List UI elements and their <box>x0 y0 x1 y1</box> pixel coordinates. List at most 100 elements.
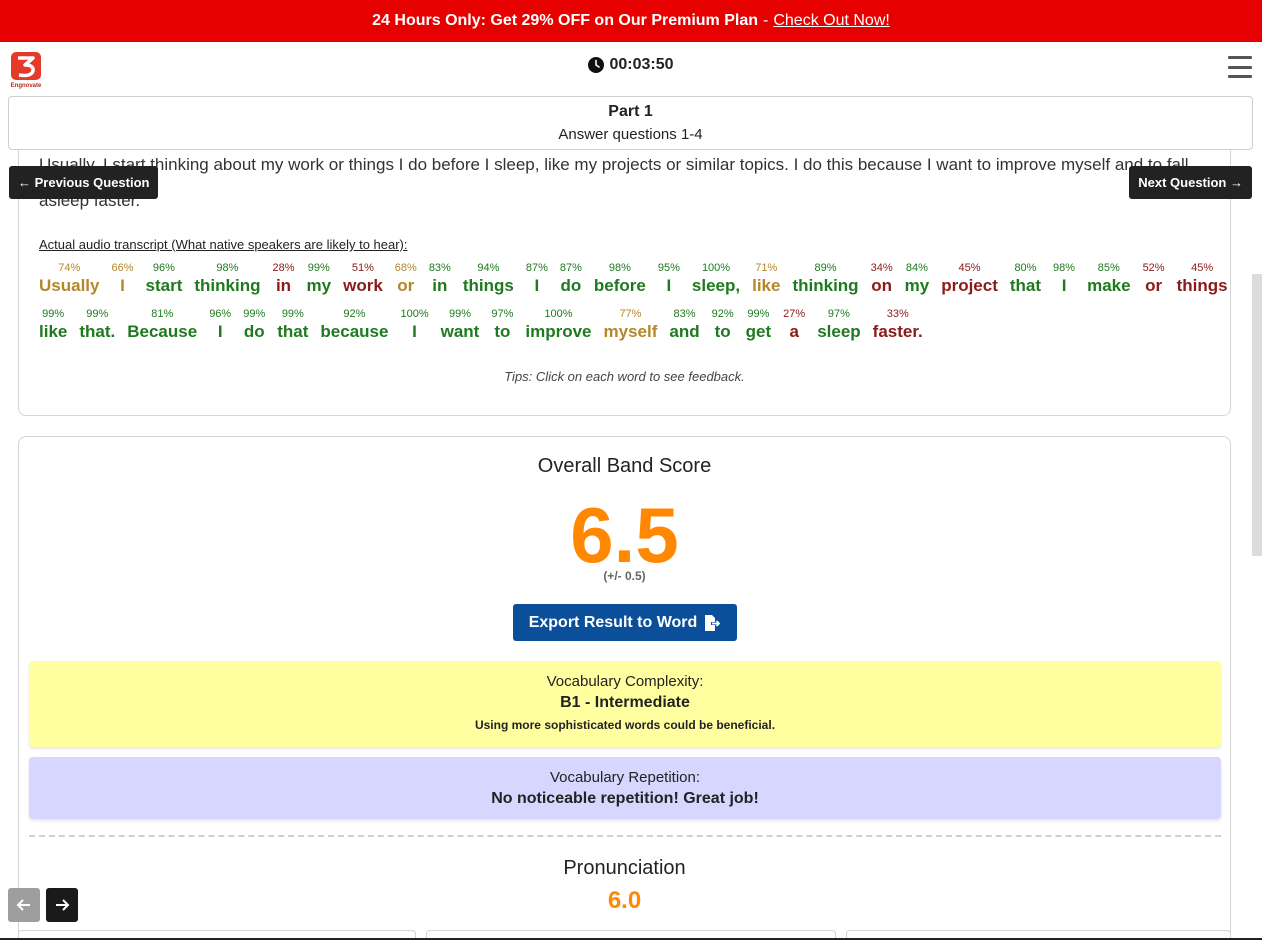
next-question-button[interactable]: Next Question → <box>1129 166 1252 199</box>
part-header: Part 1 Answer questions 1-4 <box>8 96 1253 150</box>
timer: 00:03:50 <box>0 56 1262 74</box>
transcript-word[interactable]: 98% thinking <box>194 261 260 297</box>
word-confidence: 45% <box>958 262 981 274</box>
vocab-complexity-note: Using more sophisticated words could be … <box>474 718 776 732</box>
transcript-word[interactable]: 27% a <box>783 307 805 343</box>
transcript-word[interactable]: 99% do <box>243 307 265 343</box>
word-confidence: 80% <box>1014 262 1037 274</box>
transcript-word[interactable]: 81% Because <box>127 307 197 343</box>
word-confidence: 83% <box>673 308 696 320</box>
vocabulary-complexity-box: Vocabulary Complexity: B1 - Intermediate… <box>29 661 1221 747</box>
word-confidence: 45% <box>1191 262 1214 274</box>
word-confidence: 33% <box>886 308 909 320</box>
word-text: like <box>752 276 781 295</box>
word-confidence: 87% <box>559 262 582 274</box>
transcript-word[interactable]: 33% faster. <box>873 307 923 343</box>
transcript-word[interactable]: 77% myself <box>604 307 658 343</box>
word-text: that <box>277 322 309 341</box>
score-card: Overall Band Score 6.5 (+/- 0.5) Export … <box>18 436 1231 940</box>
transcript-word[interactable]: 96% start <box>146 261 183 297</box>
transcript-word[interactable]: 97% sleep <box>817 307 860 343</box>
word-confidence: 51% <box>351 262 374 274</box>
transcript-word[interactable]: 28% in <box>272 261 294 297</box>
transcript-word[interactable]: 45% project <box>941 261 998 297</box>
overall-band-score: 6.5 <box>570 491 679 579</box>
previous-question-button[interactable]: ← Previous Question <box>9 166 159 199</box>
word-text: do <box>560 276 582 295</box>
transcript-word[interactable]: 80% that <box>1010 261 1041 297</box>
word-text: things <box>462 276 514 295</box>
export-to-word-button[interactable]: Export Result to Word <box>513 604 737 641</box>
transcript-word[interactable]: 100% I <box>400 307 428 343</box>
scrollbar[interactable] <box>1252 274 1262 556</box>
word-text: my <box>904 276 930 295</box>
transcript-word[interactable]: 99% want <box>441 307 480 343</box>
transcript-line: 99% like 99% that. 81% Because 96% I 99% do 99% tha… <box>39 307 1240 343</box>
word-text: improve <box>525 322 592 341</box>
transcript-word[interactable]: 89% thinking <box>792 261 858 297</box>
transcript-word[interactable]: 83% in <box>429 261 451 297</box>
word-confidence: 74% <box>58 262 81 274</box>
word-confidence: 99% <box>747 308 770 320</box>
transcript-word[interactable]: 97% to <box>491 307 513 343</box>
scrollbar-thumb[interactable] <box>1252 274 1262 556</box>
transcript-word[interactable]: 85% make <box>1087 261 1130 297</box>
transcript-word[interactable]: 98% I <box>1053 261 1075 297</box>
word-confidence: 92% <box>711 308 734 320</box>
transcript-word[interactable]: 52% or <box>1143 261 1165 297</box>
word-text: and <box>669 322 700 341</box>
vocab-repetition-label: Vocabulary Repetition: <box>549 769 701 786</box>
transcript-word[interactable]: 83% and <box>669 307 699 343</box>
transcript-word[interactable]: 98% before <box>594 261 646 297</box>
word-text: to <box>714 322 731 341</box>
transcript-label: Actual audio transcript (What native spe… <box>39 237 408 252</box>
transcript-word[interactable]: 96% I <box>209 307 231 343</box>
word-text: to <box>494 322 511 341</box>
word-confidence: 87% <box>525 262 548 274</box>
word-confidence: 100% <box>400 308 429 320</box>
transcript-word[interactable]: 74% Usually <box>39 261 99 297</box>
word-text: work <box>343 276 383 295</box>
word-confidence: 27% <box>783 308 806 320</box>
word-text: thinking <box>792 276 859 295</box>
word-confidence: 84% <box>905 262 928 274</box>
transcript-word[interactable]: 84% my <box>905 261 930 297</box>
transcript-word[interactable]: 92% to <box>712 307 734 343</box>
word-text: thinking <box>194 276 261 295</box>
word-text: my <box>306 276 332 295</box>
transcript-word[interactable]: 87% do <box>560 261 582 297</box>
transcript-word[interactable]: 100% improve <box>525 307 591 343</box>
word-confidence: 68% <box>394 262 417 274</box>
scroll-left-button[interactable] <box>8 888 40 922</box>
transcript-word[interactable]: 99% that. <box>79 307 115 343</box>
transcript-word[interactable]: 100% sleep, <box>692 261 740 297</box>
word-text: that <box>1009 276 1042 295</box>
word-confidence: 66% <box>111 262 134 274</box>
transcript-word[interactable]: 66% I <box>111 261 133 297</box>
word-text: myself <box>603 322 658 341</box>
transcript-word[interactable]: 87% I <box>526 261 548 297</box>
word-confidence: 99% <box>448 308 471 320</box>
word-text: Because <box>127 322 198 341</box>
transcript-word[interactable]: 99% my <box>307 261 332 297</box>
transcript-word[interactable]: 94% things <box>463 261 514 297</box>
transcript-word[interactable]: 99% like <box>39 307 67 343</box>
overall-band-margin: (+/- 0.5) <box>603 569 646 583</box>
transcript-word[interactable]: 95% I <box>658 261 680 297</box>
transcript-word[interactable]: 45% things <box>1177 261 1228 297</box>
transcript-word[interactable]: 34% on <box>871 261 893 297</box>
transcript-word[interactable]: 68% or <box>395 261 417 297</box>
transcript-words: 74% Usually 66% I 96% start 98% thinking 28% in 99… <box>39 261 1240 353</box>
transcript-word[interactable]: 99% that <box>277 307 308 343</box>
transcript-word[interactable]: 51% work <box>343 261 383 297</box>
scroll-right-button[interactable] <box>46 888 78 922</box>
word-confidence: 98% <box>608 262 631 274</box>
app-root: 24 Hours Only: Get 29% OFF on Our Premiu… <box>0 0 1262 940</box>
promo-link[interactable]: Check Out Now! <box>773 12 889 30</box>
transcript-word[interactable]: 92% because <box>320 307 388 343</box>
vocabulary-repetition-box: Vocabulary Repetition: No noticeable rep… <box>29 757 1221 819</box>
word-confidence: 71% <box>755 262 778 274</box>
transcript-word[interactable]: 99% get <box>746 307 772 343</box>
menu-icon[interactable] <box>1228 56 1252 78</box>
transcript-word[interactable]: 71% like <box>752 261 780 297</box>
